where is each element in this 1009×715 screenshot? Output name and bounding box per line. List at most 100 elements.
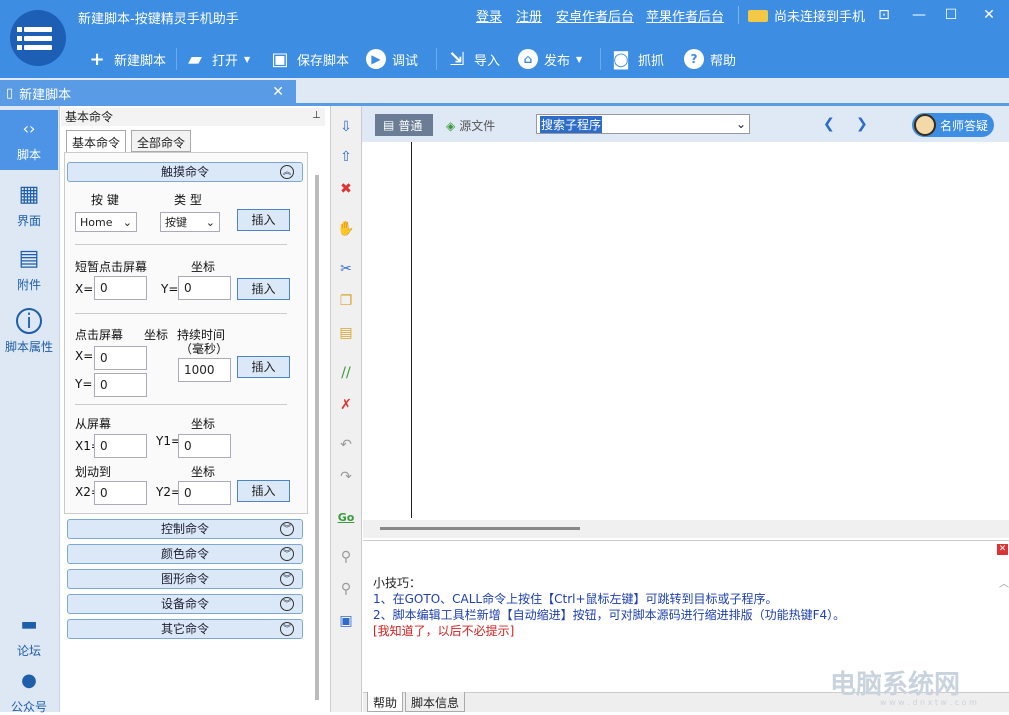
press-x-input[interactable]: 0 [94, 346, 147, 370]
tap-x-input[interactable]: 0 [94, 276, 147, 300]
document-tab[interactable]: ▯ 新建脚本 ✕ [0, 80, 296, 106]
login-link[interactable]: 登录 [476, 6, 502, 25]
tap-y-input[interactable]: 0 [178, 276, 231, 300]
tips-title: 小技巧： [373, 576, 422, 590]
import-label: 导入 [474, 53, 501, 69]
tab-script-info[interactable]: 脚本信息 [405, 692, 466, 712]
publish-button[interactable]: ⌂ 发布 ▼ [518, 46, 582, 72]
tab-all-commands[interactable]: 全部命令 [131, 130, 192, 152]
connection-status[interactable]: 尚未连接到手机 [748, 6, 865, 25]
other-command-header[interactable]: 其它命令 ︾ [67, 619, 303, 639]
redo-icon[interactable]: ↷ [336, 467, 356, 487]
delete-icon[interactable]: ✖ [336, 179, 356, 199]
nav-script[interactable]: ‹› 脚本 [0, 110, 58, 170]
debug-button[interactable]: ▶ 调试 [366, 46, 418, 72]
insert-button[interactable]: 插入 [237, 209, 290, 231]
ios-author-link[interactable]: 苹果作者后台 [646, 6, 724, 25]
editor-hscrollbar[interactable] [380, 527, 580, 530]
swipe-y2-input[interactable]: 0 [178, 481, 231, 505]
other-command-label: 其它命令 [160, 622, 209, 636]
save-script-button[interactable]: ▣ 保存脚本 [269, 46, 349, 72]
tab-help[interactable]: 帮助 [367, 692, 404, 712]
insert-button[interactable]: 插入 [237, 480, 290, 502]
move-up-icon[interactable]: ⇧ [336, 147, 356, 167]
android-author-link[interactable]: 安卓作者后台 [556, 6, 634, 25]
hand-icon[interactable]: ✋ [336, 219, 356, 239]
tab-close-icon[interactable]: ✕ [272, 84, 284, 100]
save-label: 保存脚本 [297, 53, 350, 69]
undo-icon[interactable]: ↶ [336, 435, 356, 455]
copy-icon[interactable]: ❐ [336, 291, 356, 311]
cut-icon[interactable]: ✂ [336, 259, 356, 279]
nav-properties[interactable]: i 脚本属性 [0, 308, 58, 355]
insert-button[interactable]: 插入 [237, 356, 290, 378]
tips-dismiss-link[interactable]: [我知道了，以后不必提示] [373, 622, 514, 639]
paste-icon[interactable]: ▤ [336, 323, 356, 343]
command-panel-scrollbar[interactable] [315, 175, 319, 700]
key-select[interactable]: Home ⌄ [75, 212, 137, 232]
color-command-header[interactable]: 颜色命令 ︾ [67, 544, 303, 564]
open-button[interactable]: ▰ 打开 ▼ [184, 46, 250, 72]
list-icon: ▤ [383, 118, 395, 132]
x-label: X= [75, 282, 94, 296]
device-command-header[interactable]: 设备命令 ︾ [67, 594, 303, 614]
uncomment-icon[interactable]: ✗ [336, 395, 356, 415]
tips-close-icon[interactable]: ✕ [997, 544, 1008, 555]
divider [436, 48, 437, 70]
nav-ui[interactable]: ▦ 界面 [0, 180, 58, 229]
comment-icon[interactable]: // [336, 363, 356, 383]
maximize-button[interactable]: ☐ [938, 4, 964, 26]
goto-icon[interactable]: Go [336, 507, 356, 527]
tab-basic-commands[interactable]: 基本命令 [66, 130, 127, 152]
teacher-avatar-icon [914, 114, 936, 136]
mode-normal-button[interactable]: ▤ 普通 [375, 114, 433, 136]
import-button[interactable]: ⇲ 导入 [446, 46, 500, 72]
teacher-qa-button[interactable]: 名师答疑 [912, 113, 994, 137]
type-select[interactable]: 按键 ⌄ [160, 212, 220, 232]
swipe-x2-input[interactable]: 0 [94, 481, 147, 505]
find-icon[interactable]: ⚲ [336, 547, 356, 567]
press-y-input[interactable]: 0 [94, 373, 147, 397]
forward-arrow-icon[interactable]: ❯ [856, 116, 868, 132]
plus-icon: + [89, 48, 105, 70]
close-button[interactable]: ✕ [976, 4, 1002, 26]
help-button[interactable]: ? 帮助 [684, 46, 736, 72]
duration-input[interactable]: 1000 [178, 358, 231, 382]
app-menu-icon[interactable] [10, 10, 66, 66]
scroll-up-icon[interactable]: ︿ [999, 575, 1009, 590]
touch-command-header[interactable]: 触摸命令 ︽ [67, 162, 303, 182]
pin-icon[interactable]: ⊥ [312, 110, 321, 121]
tip-line-2: 2、脚本编辑工具栏新增【自动缩进】按钮，可对脚本源码进行缩进排版（功能热键F4）… [373, 608, 846, 622]
swipe-x1-input[interactable]: 0 [94, 434, 147, 458]
mode-source-button[interactable]: ◈ 源文件 [446, 117, 495, 134]
chevron-down-icon: ▼ [576, 54, 583, 64]
indent-icon[interactable]: ▣ [336, 611, 356, 631]
publish-label: 发布 [544, 53, 571, 69]
back-arrow-icon[interactable]: ❮ [823, 116, 835, 132]
code-editor[interactable] [363, 142, 1009, 520]
control-command-header[interactable]: 控制命令 ︾ [67, 519, 303, 539]
find-next-icon[interactable]: ⚲ [336, 579, 356, 599]
move-down-icon[interactable]: ⇩ [336, 117, 356, 137]
nav-forum[interactable]: ▬ 论坛 [0, 610, 58, 659]
insert-button[interactable]: 插入 [237, 278, 290, 300]
settings-dropdown-icon[interactable]: ⊡ [871, 4, 897, 26]
device-command-label: 设备命令 [160, 597, 209, 611]
document-icon: ▤ [18, 245, 40, 271]
coord-label: 坐标 [191, 260, 216, 274]
nav-attachment[interactable]: ▤ 附件 [0, 244, 58, 293]
chevron-down-icon: ⌄ [122, 215, 132, 229]
swipe-from-label: 从屏幕 [75, 417, 112, 431]
subroutine-search-select[interactable]: 搜索子程序 ⌄ [536, 114, 750, 134]
capture-button[interactable]: ◙ 抓抓 [610, 46, 664, 72]
graphic-command-header[interactable]: 图形命令 ︾ [67, 569, 303, 589]
source-file-icon: ◈ [446, 118, 456, 133]
camera-icon: ◙ [612, 48, 630, 70]
minimize-button[interactable]: — [906, 4, 932, 26]
file-icon: ▯ [6, 85, 14, 101]
new-script-button[interactable]: + 新建脚本 [86, 46, 166, 72]
nav-wechat[interactable]: ● 公众号 [0, 666, 58, 715]
register-link[interactable]: 注册 [516, 6, 542, 25]
swipe-y1-input[interactable]: 0 [178, 434, 231, 458]
divider [75, 404, 287, 405]
